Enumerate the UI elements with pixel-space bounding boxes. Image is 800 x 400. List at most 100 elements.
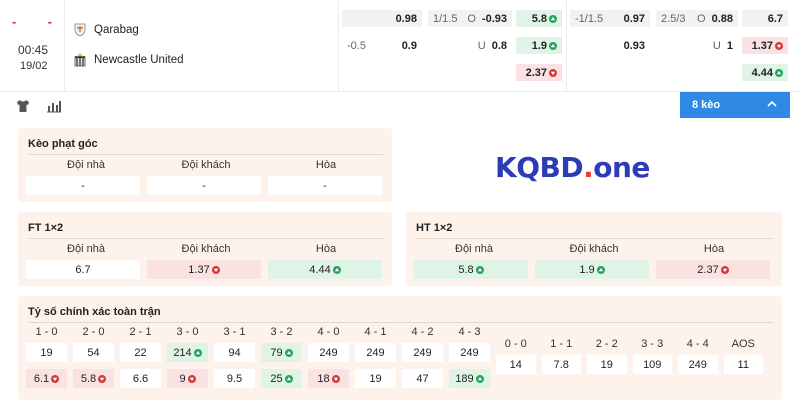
odds-value: 2.37 bbox=[697, 263, 719, 276]
away-team-name: Newcastle United bbox=[94, 54, 184, 66]
odds-value: 9.5 bbox=[226, 372, 243, 385]
odds-value: 14 bbox=[509, 358, 522, 371]
odds-down-icon bbox=[51, 374, 60, 383]
score-odds[interactable]: 5.8 bbox=[73, 369, 114, 388]
col-header: Hòa bbox=[315, 243, 337, 255]
odds-up-icon bbox=[475, 265, 484, 274]
score-odds[interactable]: 249 bbox=[449, 343, 490, 362]
ht-home-odds[interactable]: 5.8 bbox=[414, 260, 528, 279]
odds-value: 0.88 bbox=[711, 12, 733, 25]
score-odds[interactable]: 214 bbox=[167, 343, 208, 362]
odds-value: 214 bbox=[173, 346, 192, 359]
away-team[interactable]: Newcastle United bbox=[72, 52, 183, 68]
odds-down-icon bbox=[211, 265, 220, 274]
odds-value: -0.93 bbox=[481, 12, 507, 25]
qarabag-logo-icon bbox=[72, 22, 88, 38]
ft-1x2-draw[interactable]: 2.37 bbox=[516, 64, 562, 81]
odds-down-icon bbox=[775, 41, 783, 50]
home-team-name: Qarabag bbox=[94, 24, 139, 36]
score-header: AOS bbox=[731, 338, 755, 350]
ft-hdp-home[interactable]: 0.98 bbox=[342, 10, 422, 27]
score-odds[interactable]: 6.1 bbox=[26, 369, 67, 388]
score-header: 3 - 0 bbox=[176, 326, 199, 338]
score-odds[interactable]: 249 bbox=[402, 343, 443, 362]
score-odds[interactable]: 249 bbox=[308, 343, 349, 362]
ft-1x2-away[interactable]: 1.9 bbox=[516, 37, 562, 54]
ft-draw-odds[interactable]: 4.44 bbox=[268, 260, 382, 279]
ft-ou-under[interactable]: U 0.8 bbox=[428, 37, 512, 54]
odds-value: 189 bbox=[455, 372, 474, 385]
odds-up-icon bbox=[475, 374, 484, 383]
score-header: 4 - 1 bbox=[364, 326, 387, 338]
ht-draw-odds[interactable]: 2.37 bbox=[656, 260, 770, 279]
score-odds[interactable]: 9 bbox=[167, 369, 208, 388]
score-odds[interactable]: 7.8 bbox=[541, 355, 581, 374]
ht-ou-under[interactable]: U 1 bbox=[656, 37, 738, 54]
score-odds[interactable]: 54 bbox=[73, 343, 114, 362]
corner-odds-panel: Kèo phạt góc Đội nhà Đội khách Hòa - - - bbox=[18, 128, 392, 202]
odds-value: 4.44 bbox=[751, 66, 773, 79]
score-odds[interactable]: 25 bbox=[261, 369, 302, 388]
score-odds[interactable]: 79 bbox=[261, 343, 302, 362]
ft-away-odds[interactable]: 1.37 bbox=[147, 260, 261, 279]
ft-1x2-panel: FT 1×2 Đội nhà Đội khách Hòa 6.7 1.37 4.… bbox=[18, 212, 392, 286]
score-odds[interactable]: 19 bbox=[587, 355, 627, 374]
score-odds[interactable]: 19 bbox=[355, 369, 396, 388]
ht-hdp-home[interactable]: -1/1.5 0.97 bbox=[570, 10, 650, 27]
odds-value: 5.8 bbox=[80, 372, 97, 385]
score-odds[interactable]: 249 bbox=[355, 343, 396, 362]
odds-value: 0.8 bbox=[491, 39, 507, 52]
brand-suffix: one bbox=[593, 151, 650, 184]
odds-value: 79 bbox=[270, 346, 283, 359]
score-header: 2 - 1 bbox=[129, 326, 152, 338]
score-odds[interactable]: 9.5 bbox=[214, 369, 255, 388]
score-odds[interactable]: 189 bbox=[449, 369, 490, 388]
score-header: 2 - 0 bbox=[82, 326, 105, 338]
score-odds[interactable]: 47 bbox=[402, 369, 443, 388]
score-header: 3 - 3 bbox=[641, 338, 664, 350]
ht-1x2-draw[interactable]: 4.44 bbox=[742, 64, 788, 81]
odds-down-icon bbox=[98, 374, 107, 383]
shirt-icon[interactable] bbox=[16, 99, 30, 118]
score-odds[interactable]: 94 bbox=[214, 343, 255, 362]
score-odds[interactable]: 11 bbox=[723, 355, 763, 374]
ft-hdp-away[interactable]: -0.5 0.9 bbox=[342, 37, 422, 54]
odds-up-icon bbox=[549, 41, 557, 50]
score-odds[interactable]: 22 bbox=[120, 343, 161, 362]
score-odds[interactable]: 249 bbox=[678, 355, 718, 374]
corner-draw-odds[interactable]: - bbox=[268, 176, 382, 195]
divider bbox=[28, 154, 383, 155]
odds-value: 5.8 bbox=[458, 263, 474, 276]
home-team[interactable]: Qarabag bbox=[72, 22, 139, 38]
divider bbox=[566, 0, 567, 92]
odds-value: 249 bbox=[413, 346, 432, 359]
match-row[interactable]: - - 00:45 19/02 Qarabag Newcastle United… bbox=[0, 0, 800, 92]
match-date: 19/02 bbox=[20, 60, 48, 72]
odds-value: 19 bbox=[600, 358, 613, 371]
col-header: Đội khách bbox=[569, 243, 619, 255]
correct-score-panel: Tỷ số chính xác toàn trận 1 - 0 19 6.1 2 - … bbox=[18, 296, 782, 400]
corner-home-odds[interactable]: - bbox=[26, 176, 140, 195]
ht-away-odds[interactable]: 1.9 bbox=[535, 260, 649, 279]
odds-value: 1.37 bbox=[751, 39, 773, 52]
stats-chart-icon[interactable] bbox=[46, 99, 62, 118]
odds-up-icon bbox=[284, 374, 293, 383]
ft-home-odds[interactable]: 6.7 bbox=[26, 260, 140, 279]
odds-label: -1/1.5 bbox=[575, 12, 604, 25]
more-odds-button[interactable]: 8 kèo bbox=[680, 92, 790, 118]
ft-1x2-home[interactable]: 5.8 bbox=[516, 10, 562, 27]
score-header: 4 - 3 bbox=[458, 326, 481, 338]
score-odds[interactable]: 19 bbox=[26, 343, 67, 362]
score-odds[interactable]: 14 bbox=[496, 355, 536, 374]
score-odds[interactable]: 6.6 bbox=[120, 369, 161, 388]
ht-1x2-home[interactable]: 6.7 bbox=[742, 10, 788, 27]
score-odds[interactable]: 109 bbox=[632, 355, 672, 374]
ht-1x2-away[interactable]: 1.37 bbox=[742, 37, 788, 54]
corner-away-odds[interactable]: - bbox=[147, 176, 261, 195]
ht-ou-over[interactable]: 2.5/3 O 0.88 bbox=[656, 10, 738, 27]
ft-ou-over[interactable]: 1/1.5 O -0.93 bbox=[428, 10, 512, 27]
odds-value: 6.7 bbox=[75, 263, 91, 276]
ht-hdp-away[interactable]: 0.93 bbox=[570, 37, 650, 54]
odds-up-icon bbox=[332, 265, 341, 274]
score-odds[interactable]: 18 bbox=[308, 369, 349, 388]
